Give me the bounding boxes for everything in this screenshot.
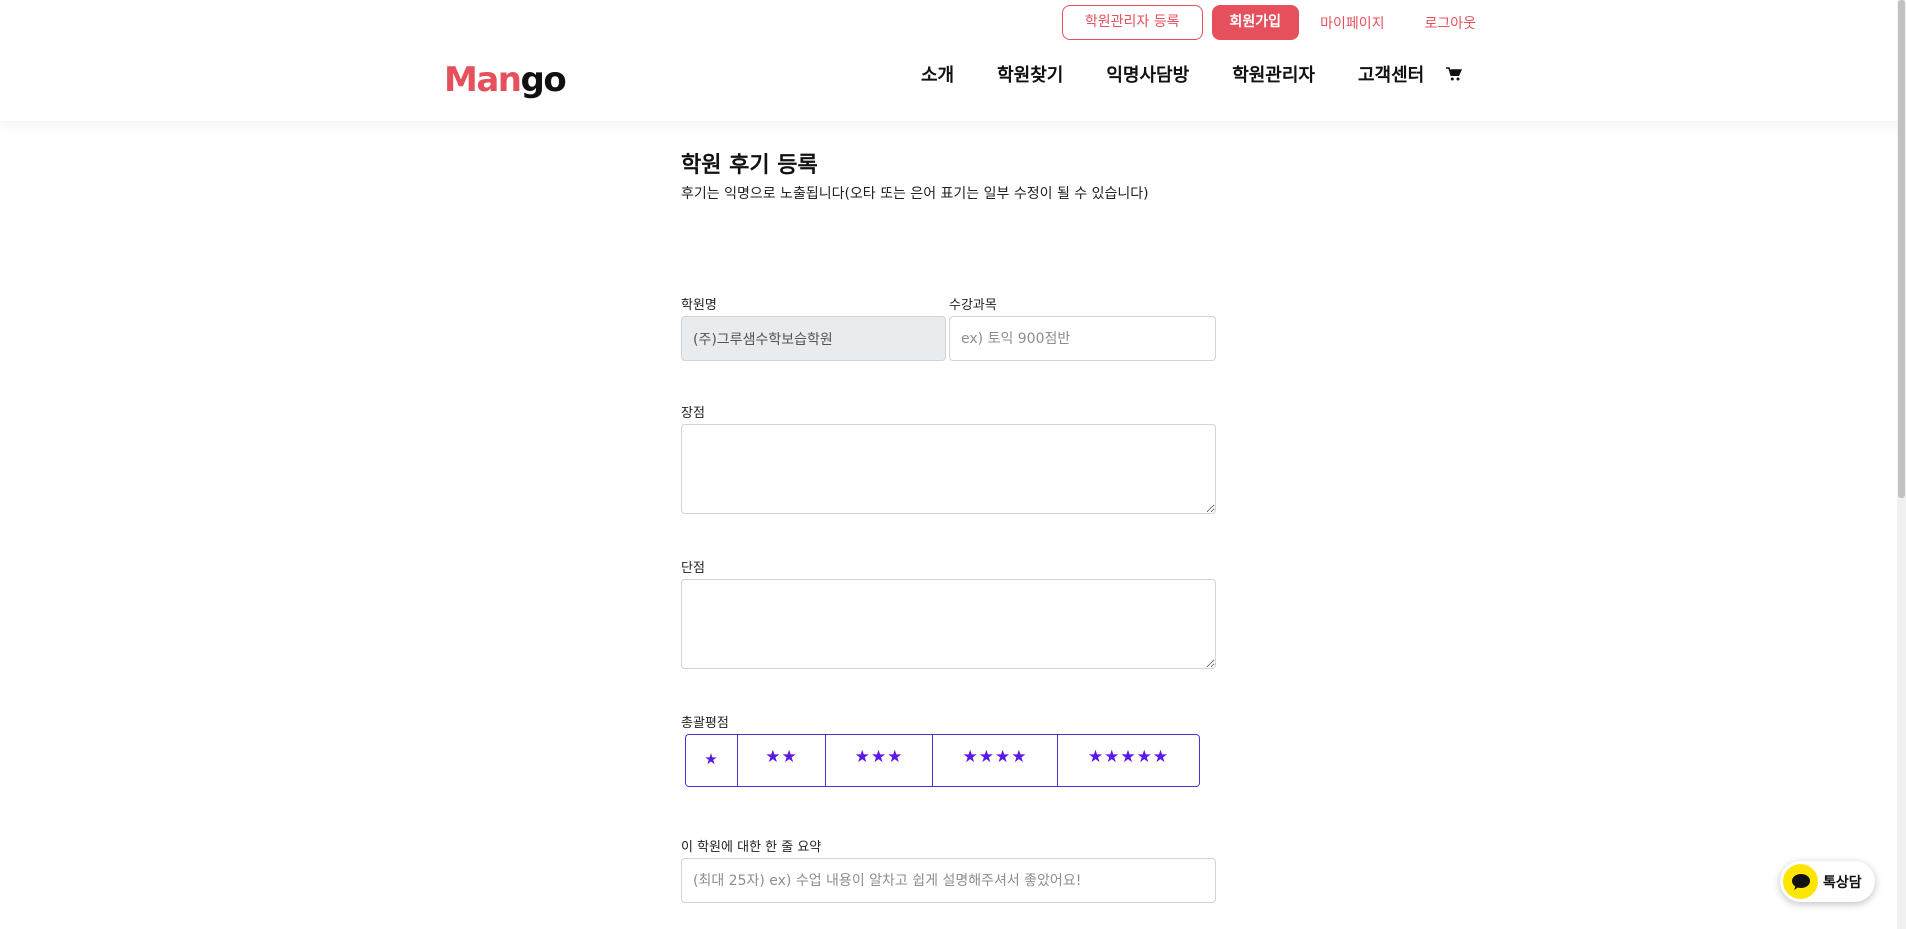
pros-group: 장점 xyxy=(681,405,1216,518)
summary-input[interactable] xyxy=(681,858,1216,903)
top-links: 학원관리자 등록 회원가입 마이페이지 로그아웃 xyxy=(1061,5,1476,40)
cons-group: 단점 xyxy=(681,560,1216,673)
scrollbar-thumb[interactable] xyxy=(1898,0,1905,498)
academy-name-group: 학원명 xyxy=(681,297,946,361)
rating-option-3[interactable]: ★★★ xyxy=(826,735,933,786)
talk-consult-label: 톡상담 xyxy=(1823,874,1862,891)
nav-item-customer-center[interactable]: 고객센터 xyxy=(1358,61,1424,87)
rating-option-1[interactable]: ★ xyxy=(686,735,738,786)
page-subtitle: 후기는 익명으로 노출됩니다(오타 또는 은어 표기는 일부 수정이 될 수 있… xyxy=(681,186,1149,202)
signup-button[interactable]: 회원가입 xyxy=(1211,5,1300,40)
scrollbar-track xyxy=(1897,0,1906,929)
academy-course-row: 학원명 수강과목 xyxy=(681,297,1216,362)
nav-item-anonymous-chat[interactable]: 익명사담방 xyxy=(1106,61,1189,87)
academy-name-label: 학원명 xyxy=(681,298,717,313)
summary-label: 이 학원에 대한 한 줄 요약 xyxy=(681,840,822,855)
course-group: 수강과목 xyxy=(949,297,1216,361)
cons-label: 단점 xyxy=(681,561,705,576)
rating-option-5[interactable]: ★★★★★ xyxy=(1058,735,1199,786)
course-input[interactable] xyxy=(949,316,1216,361)
rating-group-container: 총괄평점 ★ ★★ ★★★ ★★★★ ★★★★★ xyxy=(681,715,1216,787)
course-label: 수강과목 xyxy=(949,298,997,313)
academy-admin-register-button[interactable]: 학원관리자 등록 xyxy=(1061,5,1203,40)
logo-part-man: Man xyxy=(444,60,522,100)
rating-group: ★ ★★ ★★★ ★★★★ ★★★★★ xyxy=(685,734,1200,787)
main-nav: 소개 학원찾기 익명사담방 학원관리자 고객센터 xyxy=(921,58,1463,90)
rating-option-2[interactable]: ★★ xyxy=(738,735,826,786)
logo[interactable]: Mango xyxy=(444,60,567,100)
pros-textarea[interactable] xyxy=(681,424,1216,514)
logout-link[interactable]: 로그아웃 xyxy=(1424,13,1476,33)
page-title: 학원 후기 등록 xyxy=(681,153,818,178)
pros-label: 장점 xyxy=(681,406,705,421)
nav-item-find-academy[interactable]: 학원찾기 xyxy=(997,61,1063,87)
nav-item-academy-admin[interactable]: 학원관리자 xyxy=(1232,61,1315,87)
rating-label: 총괄평점 xyxy=(681,716,729,731)
chat-bubble-icon xyxy=(1783,864,1818,899)
review-form-container: 학원 후기 등록 후기는 익명으로 노출됩니다(오타 또는 은어 표기는 일부 … xyxy=(681,150,1216,903)
cons-textarea[interactable] xyxy=(681,579,1216,669)
cart-icon[interactable] xyxy=(1446,66,1463,82)
talk-consult-widget[interactable]: 톡상담 xyxy=(1780,861,1875,902)
summary-group: 이 학원에 대한 한 줄 요약 xyxy=(681,839,1216,903)
nav-item-intro[interactable]: 소개 xyxy=(921,61,954,87)
academy-name-field[interactable] xyxy=(681,316,946,361)
mypage-link[interactable]: 마이페이지 xyxy=(1320,13,1384,33)
site-header: 학원관리자 등록 회원가입 마이페이지 로그아웃 Mango 소개 학원찾기 익… xyxy=(0,0,1906,121)
logo-part-go: go xyxy=(520,60,566,100)
rating-option-4[interactable]: ★★★★ xyxy=(933,735,1058,786)
